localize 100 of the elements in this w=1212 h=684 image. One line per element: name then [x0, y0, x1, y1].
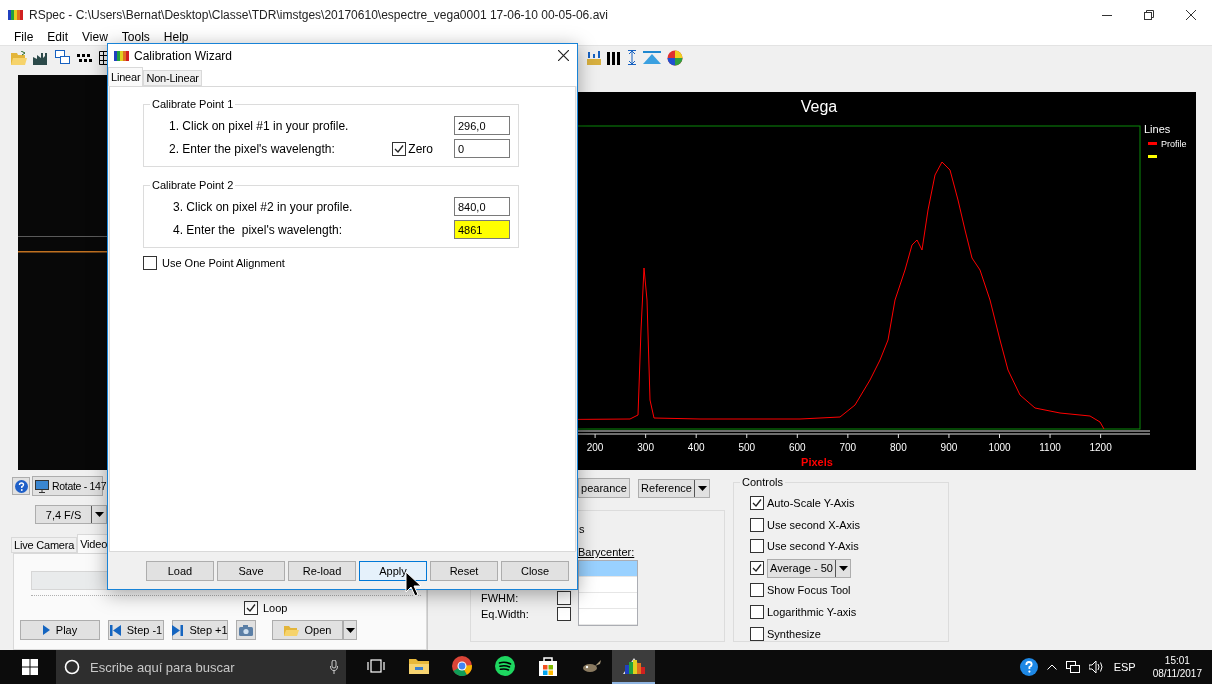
spectrum-icon [114, 50, 129, 61]
checkbox[interactable] [750, 604, 764, 619]
network-icon[interactable] [1065, 661, 1080, 673]
spectrum-icon[interactable] [622, 658, 645, 674]
speaker-icon[interactable] [1088, 661, 1105, 673]
tab[interactable]: Non-Linear [143, 70, 202, 86]
clock[interactable]: 15:01 08/11/2017 [1152, 654, 1202, 680]
minimize-icon [1102, 14, 1112, 16]
language-indicator[interactable]: ESP [1113, 661, 1136, 673]
browser-icon[interactable] [451, 656, 472, 676]
checkbox[interactable] [244, 601, 258, 615]
menu-item[interactable]: Help [163, 30, 189, 45]
tick-label: 700 [839, 442, 857, 453]
open-button[interactable]: Open [272, 620, 343, 640]
windows-logo-icon[interactable] [22, 659, 38, 675]
value-field[interactable]: 840,0 [454, 197, 510, 216]
value-field[interactable]: 4861 [454, 220, 510, 239]
value-field[interactable]: 296,0 [454, 116, 510, 135]
checkbox-label: Use second Y-Axis [767, 540, 859, 553]
dialog-button[interactable]: Re-load [288, 560, 356, 581]
shopping-bag-icon[interactable] [537, 656, 558, 676]
dialog-button[interactable]: Apply [359, 560, 427, 581]
chevron-up-icon[interactable] [1046, 664, 1057, 670]
mouse-pointer-icon [405, 571, 421, 597]
chart-icon[interactable] [587, 50, 601, 65]
triangle-icon[interactable] [643, 50, 661, 65]
checkbox-label: Zero [408, 141, 434, 156]
restore-icon [1144, 10, 1154, 20]
search-field[interactable]: Escribe aquí para buscar [56, 650, 346, 684]
folder-icon [283, 624, 299, 636]
dialog-button[interactable]: Load [146, 560, 214, 581]
bars-icon[interactable] [607, 50, 621, 65]
menu-item[interactable]: View [82, 30, 108, 45]
help-button[interactable] [12, 477, 30, 495]
close-icon[interactable] [558, 50, 569, 61]
tick-label: 1100 [1039, 442, 1061, 453]
play-button[interactable]: Play [20, 620, 100, 640]
sound-waves-icon[interactable] [494, 656, 515, 676]
step-label: 4. Enter the pixel's wavelength: [173, 222, 343, 237]
step-back-button[interactable]: Step -1 [108, 620, 164, 640]
help-icon[interactable] [1019, 658, 1038, 676]
group-title: Controls [741, 476, 784, 488]
camera-button[interactable] [236, 620, 256, 640]
taskbar-button[interactable] [612, 650, 655, 684]
spectrum-icon [8, 10, 23, 20]
checkbox[interactable] [750, 626, 764, 641]
vertical-arrows-icon[interactable] [627, 50, 637, 66]
caret-icon [345, 627, 355, 633]
axis-label: Pixels [801, 456, 833, 468]
value-field[interactable]: 0 [454, 139, 510, 158]
menu-item[interactable]: Edit [47, 30, 69, 45]
checkbox[interactable] [750, 517, 764, 532]
monitor-icon [35, 479, 49, 493]
checkbox[interactable] [750, 583, 764, 598]
step-forward-button[interactable]: Step +1 [172, 620, 228, 640]
checkbox[interactable] [750, 539, 764, 554]
tab[interactable]: Linear [108, 67, 144, 86]
average-dropdown[interactable]: Average - 50 [767, 558, 851, 578]
checkbox[interactable] [557, 591, 571, 605]
dropdown-button[interactable] [343, 620, 357, 640]
group-title: Calibrate Point 2 [151, 179, 235, 191]
close-icon [1186, 10, 1196, 20]
caret-icon [697, 485, 707, 491]
caret-icon [838, 565, 848, 571]
tick-label: 900 [940, 442, 958, 453]
checkbox[interactable] [392, 141, 407, 156]
tick-label: 500 [738, 442, 756, 453]
measure-label: FWHM: [481, 592, 520, 604]
tick-label: 1200 [1089, 442, 1112, 453]
checkbox[interactable] [750, 495, 764, 510]
menu-item[interactable]: File [14, 30, 34, 45]
measure-label: Eq.Width: [481, 608, 530, 620]
tick-label: 600 [788, 442, 806, 453]
tab[interactable]: Live Camera [11, 537, 78, 553]
windows-icon[interactable] [55, 50, 71, 66]
task-view-icon[interactable] [366, 659, 385, 673]
menu-item[interactable]: Tools [121, 30, 150, 45]
dialog-button[interactable]: Reset [430, 560, 498, 581]
checkbox[interactable] [750, 561, 764, 576]
checkbox[interactable] [143, 256, 157, 270]
checkbox-label: Synthesize [767, 627, 821, 640]
folder-icon[interactable] [408, 658, 429, 674]
barycenter-label: Barycenter: [578, 546, 635, 558]
checkbox-label: Use One Point Alignment [162, 257, 285, 269]
factory-icon[interactable] [33, 50, 49, 65]
dialog-button[interactable]: Save [217, 560, 285, 581]
dialog-title: Calibration Wizard [134, 48, 233, 63]
chart-title: Vega [800, 98, 838, 115]
checkbox-label: Loop [263, 602, 288, 614]
color-wheel-icon[interactable] [667, 49, 683, 66]
step-label: 1. Click on pixel #1 in your profile. [169, 118, 349, 133]
reference-dropdown[interactable]: Reference [638, 478, 710, 498]
appearance-button[interactable]: pearance [578, 478, 630, 498]
checkbox[interactable] [557, 607, 571, 621]
dialog-button[interactable]: Close [501, 560, 569, 581]
step-label: 3. Click on pixel #2 in your profile. [173, 199, 353, 214]
step-back-icon [109, 624, 121, 636]
frame-rate-dropdown[interactable]: 7,4 F/S [35, 505, 107, 524]
caret-icon [94, 512, 104, 517]
dots-icon[interactable] [77, 53, 93, 62]
